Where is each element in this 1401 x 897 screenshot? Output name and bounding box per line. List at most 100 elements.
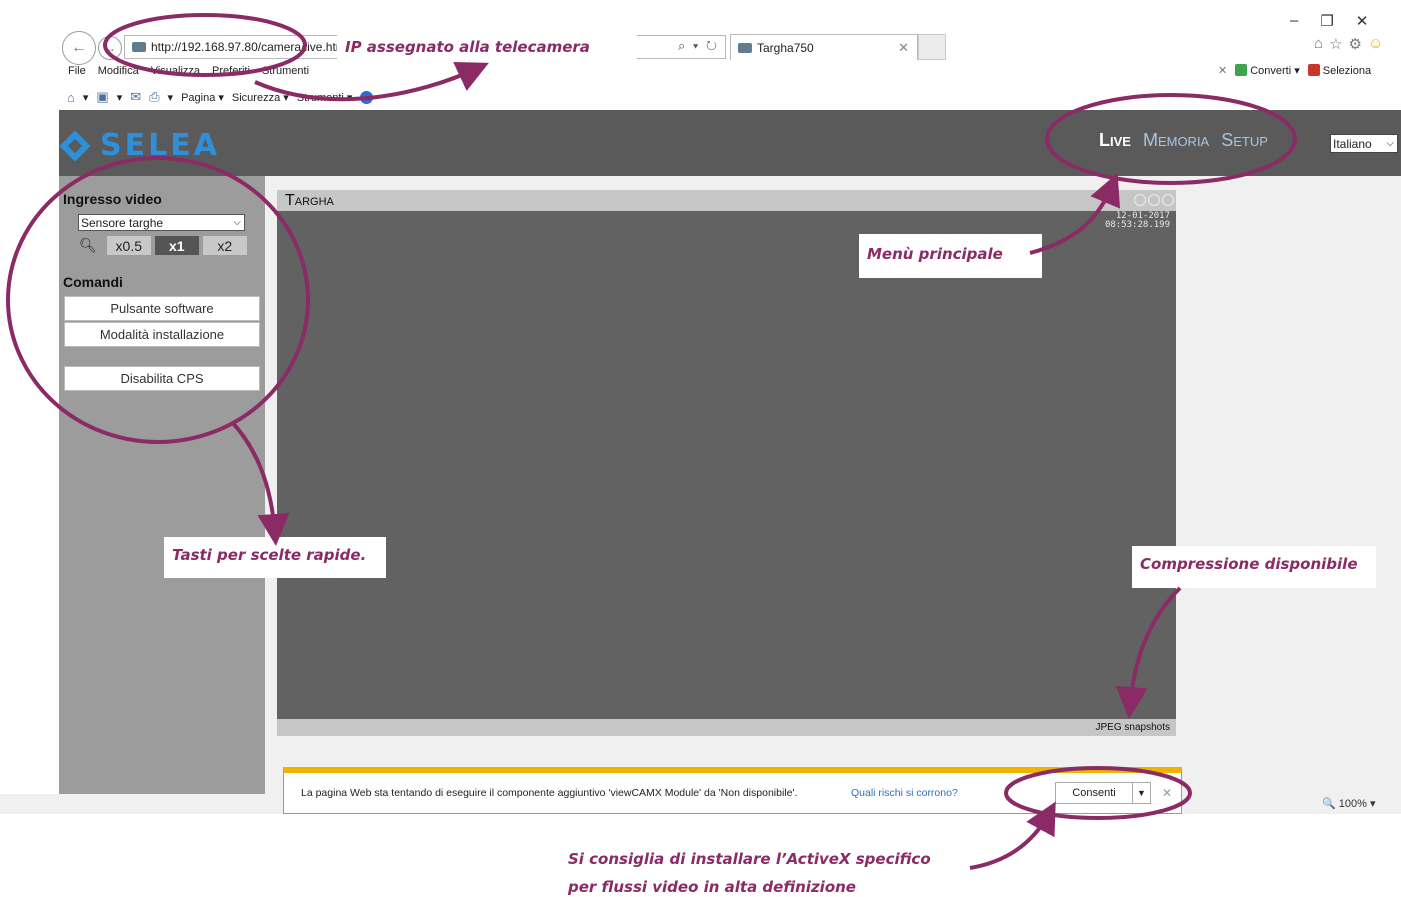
close-window-icon[interactable]: ✕ — [1356, 12, 1369, 30]
site-favicon-icon — [132, 42, 146, 52]
zoom-level[interactable]: 🔍 100% ▾ — [1322, 797, 1375, 810]
converti-button[interactable]: Converti ▾ — [1235, 64, 1300, 77]
zoom-x1-button[interactable]: x1 — [154, 236, 199, 255]
compression-label: JPEG snapshots — [277, 719, 1176, 736]
logo-text: SELEA — [100, 128, 220, 163]
viewer-controls — [1134, 194, 1174, 206]
dropdown-icon[interactable]: ▾ — [83, 91, 89, 104]
close-bar-icon[interactable]: ✕ — [1218, 64, 1227, 77]
seleziona-button[interactable]: Seleziona — [1307, 64, 1372, 77]
window-controls: – ❐ ✕ — [1290, 12, 1368, 30]
video-timestamp: 12-01-2017 08:53:28.199 — [1100, 212, 1170, 230]
browser-menubar: File Modifica Visualizza Preferiti Strum… — [68, 65, 309, 77]
home-icon[interactable]: ⌂ — [1314, 35, 1323, 53]
address-tools[interactable]: ⌕ ▾ ↻ — [678, 38, 719, 54]
annotation-compression: Compressione disponibile — [1132, 546, 1376, 588]
menu-setup[interactable]: Setup — [1221, 130, 1268, 151]
annotation-main-menu: Menù principale — [859, 234, 1042, 278]
menu-file[interactable]: File — [68, 65, 86, 77]
menu-strumenti[interactable]: Strumenti — [262, 65, 309, 77]
magnifier-icon: 🔍︎ — [79, 237, 97, 253]
viewer-title: Targha — [277, 190, 1176, 211]
home-icon[interactable]: ⌂ — [67, 90, 75, 105]
forward-button[interactable]: → — [98, 36, 122, 60]
toolbar-pagina-label: Pagina — [181, 91, 216, 104]
browser-command-bar: ⌂ ▾ ▣ ▾ ✉ ⎙ ▾ Pagina ▾ Sicurezza ▾ Strument… — [67, 89, 374, 105]
commands-title: Comandi — [63, 274, 123, 290]
annotation-activex-line2: per flussi video in alta definizione — [568, 878, 856, 896]
main-menu: Live Memoria Setup — [1099, 130, 1268, 151]
language-select[interactable]: Italiano ⌵ — [1330, 134, 1398, 153]
annotation-shortcuts: Tasti per scelte rapide. — [164, 537, 386, 578]
tab-favicon-icon — [738, 42, 752, 53]
zoom-selector: 🔍︎ x0.5 x1 x2 — [79, 236, 247, 255]
viewer-control-icon[interactable] — [1148, 194, 1160, 206]
annotation-activex-line1: Si consiglia di installare l’ActiveX spe… — [568, 850, 931, 868]
browser-extension-bar: ✕ Converti ▾ Seleziona — [1218, 64, 1371, 77]
video-source-select[interactable]: Sensore targhe ⌵ — [78, 214, 245, 231]
selea-logo: SELEA — [59, 128, 220, 163]
disable-cps-button[interactable]: Disabilita CPS — [64, 366, 260, 391]
dropdown-icon[interactable]: ▾ — [117, 91, 123, 104]
feedback-smiley-icon[interactable]: ☺ — [1368, 35, 1383, 53]
viewer-control-icon[interactable] — [1162, 194, 1174, 206]
dropdown-icon[interactable]: ▾ — [693, 38, 700, 53]
menu-preferiti[interactable]: Preferiti — [212, 65, 250, 77]
arrow-activex — [969, 801, 1056, 870]
video-stream[interactable] — [277, 211, 1176, 719]
print-icon[interactable]: ⎙ — [149, 89, 159, 105]
logo-diamond-icon — [59, 129, 91, 162]
dropdown-icon[interactable]: ▾ — [168, 91, 174, 104]
menu-modifica[interactable]: Modifica — [98, 65, 139, 77]
new-tab-button[interactable] — [918, 34, 946, 60]
menu-visualizza[interactable]: Visualizza — [151, 65, 200, 77]
favorites-star-icon[interactable]: ☆ — [1329, 35, 1342, 53]
close-icon[interactable]: ✕ — [1162, 786, 1172, 800]
tab-title: Targha750 — [757, 40, 814, 55]
close-icon[interactable]: ✕ — [898, 40, 909, 56]
restore-icon[interactable]: ❐ — [1320, 12, 1333, 30]
rss-feed-icon[interactable]: ▣ — [96, 89, 108, 105]
help-icon[interactable] — [360, 90, 374, 104]
address-url[interactable]: http://192.168.97.80/camera/live.html — [151, 40, 348, 54]
notification-message: La pagina Web sta tentando di eseguire i… — [301, 787, 798, 799]
arrow-left-icon: ← — [71, 39, 87, 56]
toolbar-strumenti-label: Strumenti — [296, 91, 344, 104]
menu-live[interactable]: Live — [1099, 130, 1131, 151]
language-value: Italiano — [1333, 136, 1372, 151]
toolbar-sicurezza[interactable]: Sicurezza ▾ — [232, 91, 289, 104]
search-icon[interactable]: ⌕ — [678, 38, 687, 53]
toolbar-strumenti[interactable]: Strumenti ▾ — [297, 91, 353, 104]
converti-label: Converti — [1250, 65, 1292, 77]
toolbar-pagina[interactable]: Pagina ▾ — [181, 91, 224, 104]
chevron-down-icon: ⌵ — [1386, 138, 1394, 149]
back-button[interactable]: ← — [62, 31, 96, 65]
timestamp-time: 08:53:28.199 — [1104, 220, 1170, 230]
seleziona-label: Seleziona — [1322, 65, 1372, 77]
arrow-right-icon: → — [104, 41, 116, 55]
allow-dropdown-button[interactable]: ▼ — [1133, 782, 1151, 804]
gear-icon[interactable]: ⚙ — [1349, 35, 1362, 53]
zoom-x2-button[interactable]: x2 — [202, 236, 247, 255]
sidebar — [59, 176, 265, 794]
minimize-icon[interactable]: – — [1290, 12, 1298, 30]
dropdown-icon: ▼ — [1137, 788, 1146, 798]
risks-link[interactable]: Quali rischi si corrono? — [851, 787, 958, 799]
refresh-icon[interactable]: ↻ — [706, 38, 719, 53]
browser-tab[interactable]: Targha750 ✕ — [730, 34, 918, 60]
pdf-convert-icon — [1235, 64, 1248, 76]
annotation-ip: IP assegnato alla telecamera — [337, 33, 637, 77]
video-input-title: Ingresso video — [63, 191, 162, 207]
zoom-level-value: 100% — [1338, 798, 1367, 810]
mail-icon[interactable]: ✉ — [130, 89, 141, 105]
video-source-value: Sensore targhe — [81, 215, 164, 230]
annotation-activex: Si consiglia di installare l’ActiveX spe… — [568, 845, 968, 897]
installation-mode-button[interactable]: Modalità installazione — [64, 322, 260, 347]
browser-right-icons: ⌂ ☆ ⚙ ☺ — [1314, 35, 1383, 53]
allow-button[interactable]: Consenti — [1055, 782, 1133, 804]
menu-memoria[interactable]: Memoria — [1143, 130, 1209, 151]
toolbar-sicurezza-label: Sicurezza — [231, 91, 281, 104]
software-button[interactable]: Pulsante software — [64, 296, 260, 321]
zoom-x0-5-button[interactable]: x0.5 — [106, 236, 151, 255]
viewer-control-icon[interactable] — [1134, 194, 1146, 206]
